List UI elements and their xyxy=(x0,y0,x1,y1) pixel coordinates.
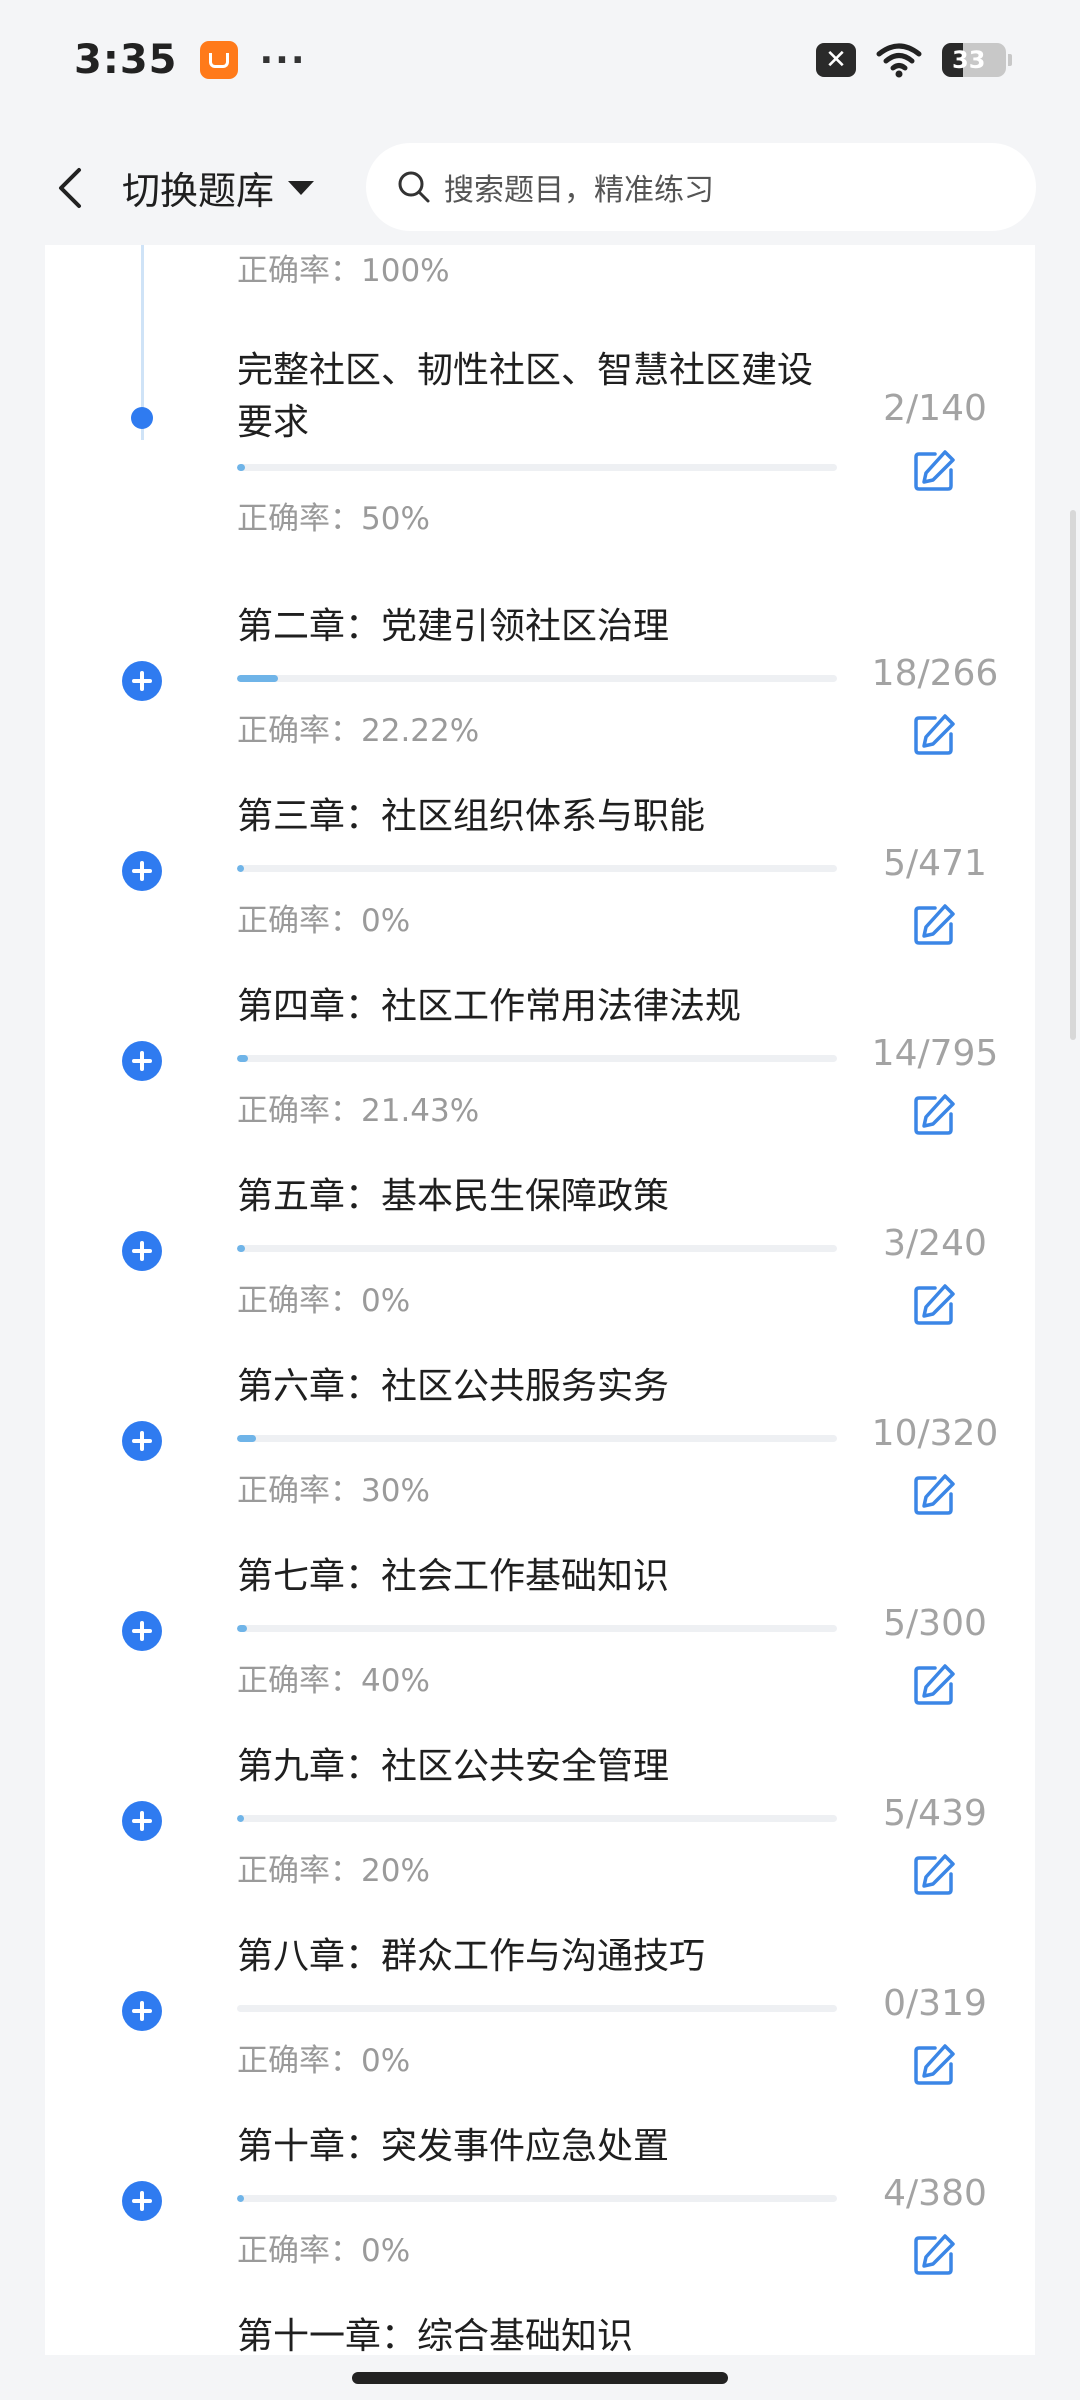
practice-edit-icon[interactable] xyxy=(911,448,957,494)
expand-plus-icon[interactable] xyxy=(117,1986,167,2036)
home-indicator[interactable] xyxy=(352,2372,728,2384)
back-button[interactable] xyxy=(30,148,110,228)
expand-plus-icon[interactable] xyxy=(117,1036,167,1086)
progress-fill xyxy=(237,1435,256,1442)
question-count: 2/140 xyxy=(883,388,987,429)
progress-bar xyxy=(237,1625,837,1632)
timeline-dot-icon xyxy=(117,393,167,443)
expand-plus-icon[interactable] xyxy=(117,656,167,706)
practice-edit-icon[interactable] xyxy=(911,2042,957,2088)
chapter-title[interactable]: 第六章：社区公共服务实务 xyxy=(237,1361,837,1413)
progress-fill xyxy=(237,675,278,682)
chapter-title[interactable]: 第十章：突发事件应急处置 xyxy=(237,2121,837,2173)
practice-edit-icon[interactable] xyxy=(911,2232,957,2278)
progress-fill xyxy=(237,1245,245,1252)
progress-fill xyxy=(237,1625,248,1632)
chapter-title[interactable]: 第四章：社区工作常用法律法规 xyxy=(237,981,837,1033)
more-notifications-icon: ··· xyxy=(259,39,307,81)
expand-plus-icon[interactable] xyxy=(117,846,167,896)
switch-question-bank-button[interactable]: 切换题库 xyxy=(122,160,315,215)
expand-plus-icon[interactable] xyxy=(117,1606,167,1656)
chapter-title[interactable]: 第八章：群众工作与沟通技巧 xyxy=(237,1931,837,1983)
progress-fill xyxy=(237,1055,248,1062)
question-count: 3/240 xyxy=(883,1223,987,1264)
practice-edit-icon[interactable] xyxy=(911,1092,957,1138)
accuracy-text: 正确率：22.22% xyxy=(237,713,480,749)
question-count: 14/795 xyxy=(871,1033,999,1074)
chapter-title[interactable]: 第二章：党建引领社区治理 xyxy=(237,601,837,653)
progress-bar xyxy=(237,1245,837,1252)
header: 切换题库 搜索题目，精准练习 xyxy=(0,130,1080,245)
practice-edit-icon[interactable] xyxy=(911,1282,957,1328)
wifi-icon xyxy=(876,43,922,78)
search-input[interactable]: 搜索题目，精准练习 xyxy=(366,143,1036,231)
expand-plus-icon[interactable] xyxy=(117,2176,167,2226)
practice-edit-icon[interactable] xyxy=(911,712,957,758)
progress-fill xyxy=(237,1815,244,1822)
practice-edit-icon[interactable] xyxy=(911,1472,957,1518)
chapter-title[interactable]: 完整社区、韧性社区、智慧社区建设要求 xyxy=(237,345,837,449)
practice-edit-icon[interactable] xyxy=(911,1662,957,1708)
accuracy-text: 正确率：21.43% xyxy=(237,1093,480,1129)
progress-bar xyxy=(237,1815,837,1822)
bank-switch-label: 切换题库 xyxy=(122,169,275,213)
progress-bar xyxy=(237,464,837,471)
progress-bar xyxy=(237,2005,837,2012)
progress-bar xyxy=(237,1435,837,1442)
question-count: 5/300 xyxy=(883,1603,987,1644)
chapter-title[interactable]: 第五章：基本民生保障政策 xyxy=(237,1171,837,1223)
status-bar: 3:35 ··· ✕ 33 xyxy=(0,0,1080,120)
battery-icon: 33 xyxy=(942,43,1012,77)
question-count: 18/266 xyxy=(871,653,999,694)
accuracy-text: 正确率：0% xyxy=(237,1283,411,1319)
accuracy-text: 正确率：0% xyxy=(237,903,411,939)
first-item-accuracy: 正确率：100% xyxy=(237,253,450,289)
expand-plus-icon[interactable] xyxy=(117,1796,167,1846)
progress-bar xyxy=(237,865,837,872)
practice-edit-icon[interactable] xyxy=(911,902,957,948)
accuracy-text: 正确率：40% xyxy=(237,1663,430,1699)
status-right: ✕ 33 xyxy=(816,42,1012,78)
chapter-list-card: 正确率：100% 完整社区、韧性社区、智慧社区建设要求正确率：50% 2/140 第… xyxy=(45,245,1035,2355)
search-icon xyxy=(398,171,430,203)
accuracy-text: 正确率：50% xyxy=(237,501,430,537)
practice-edit-icon[interactable] xyxy=(911,1852,957,1898)
scrollbar[interactable] xyxy=(1070,510,1076,1040)
progress-fill xyxy=(237,865,244,872)
battery-level: 33 xyxy=(952,46,986,74)
progress-bar xyxy=(237,2195,837,2202)
accuracy-text: 正确率：30% xyxy=(237,1473,430,1509)
question-count: 5/471 xyxy=(883,843,987,884)
shopping-app-icon xyxy=(199,41,238,79)
back-arrow-icon xyxy=(59,167,81,208)
chapter-title[interactable]: 第三章：社区组织体系与职能 xyxy=(237,791,837,843)
caret-down-icon xyxy=(288,180,315,195)
status-time: 3:35 xyxy=(74,37,178,83)
accuracy-text: 正确率：20% xyxy=(237,1853,430,1889)
search-placeholder: 搜索题目，精准练习 xyxy=(444,173,714,208)
progress-fill xyxy=(237,2195,244,2202)
accuracy-text: 正确率：0% xyxy=(237,2043,411,2079)
question-count: 4/380 xyxy=(883,2173,987,2214)
chapter-title[interactable]: 第十一章：综合基础知识 xyxy=(237,2311,837,2355)
chapter-title[interactable]: 第九章：社区公共安全管理 xyxy=(237,1741,837,1793)
chapter-title[interactable]: 第七章：社会工作基础知识 xyxy=(237,1551,837,1603)
progress-bar xyxy=(237,1055,837,1062)
progress-fill xyxy=(237,464,246,471)
question-count: 5/439 xyxy=(883,1793,987,1834)
question-count: 10/320 xyxy=(871,1413,999,1454)
no-sim-icon: ✕ xyxy=(816,43,856,77)
progress-bar xyxy=(237,675,837,682)
expand-plus-icon[interactable] xyxy=(117,1226,167,1276)
expand-plus-icon[interactable] xyxy=(117,1416,167,1466)
accuracy-text: 正确率：0% xyxy=(237,2233,411,2269)
question-count: 0/319 xyxy=(883,1983,987,2024)
status-left: 3:35 ··· xyxy=(74,37,307,83)
